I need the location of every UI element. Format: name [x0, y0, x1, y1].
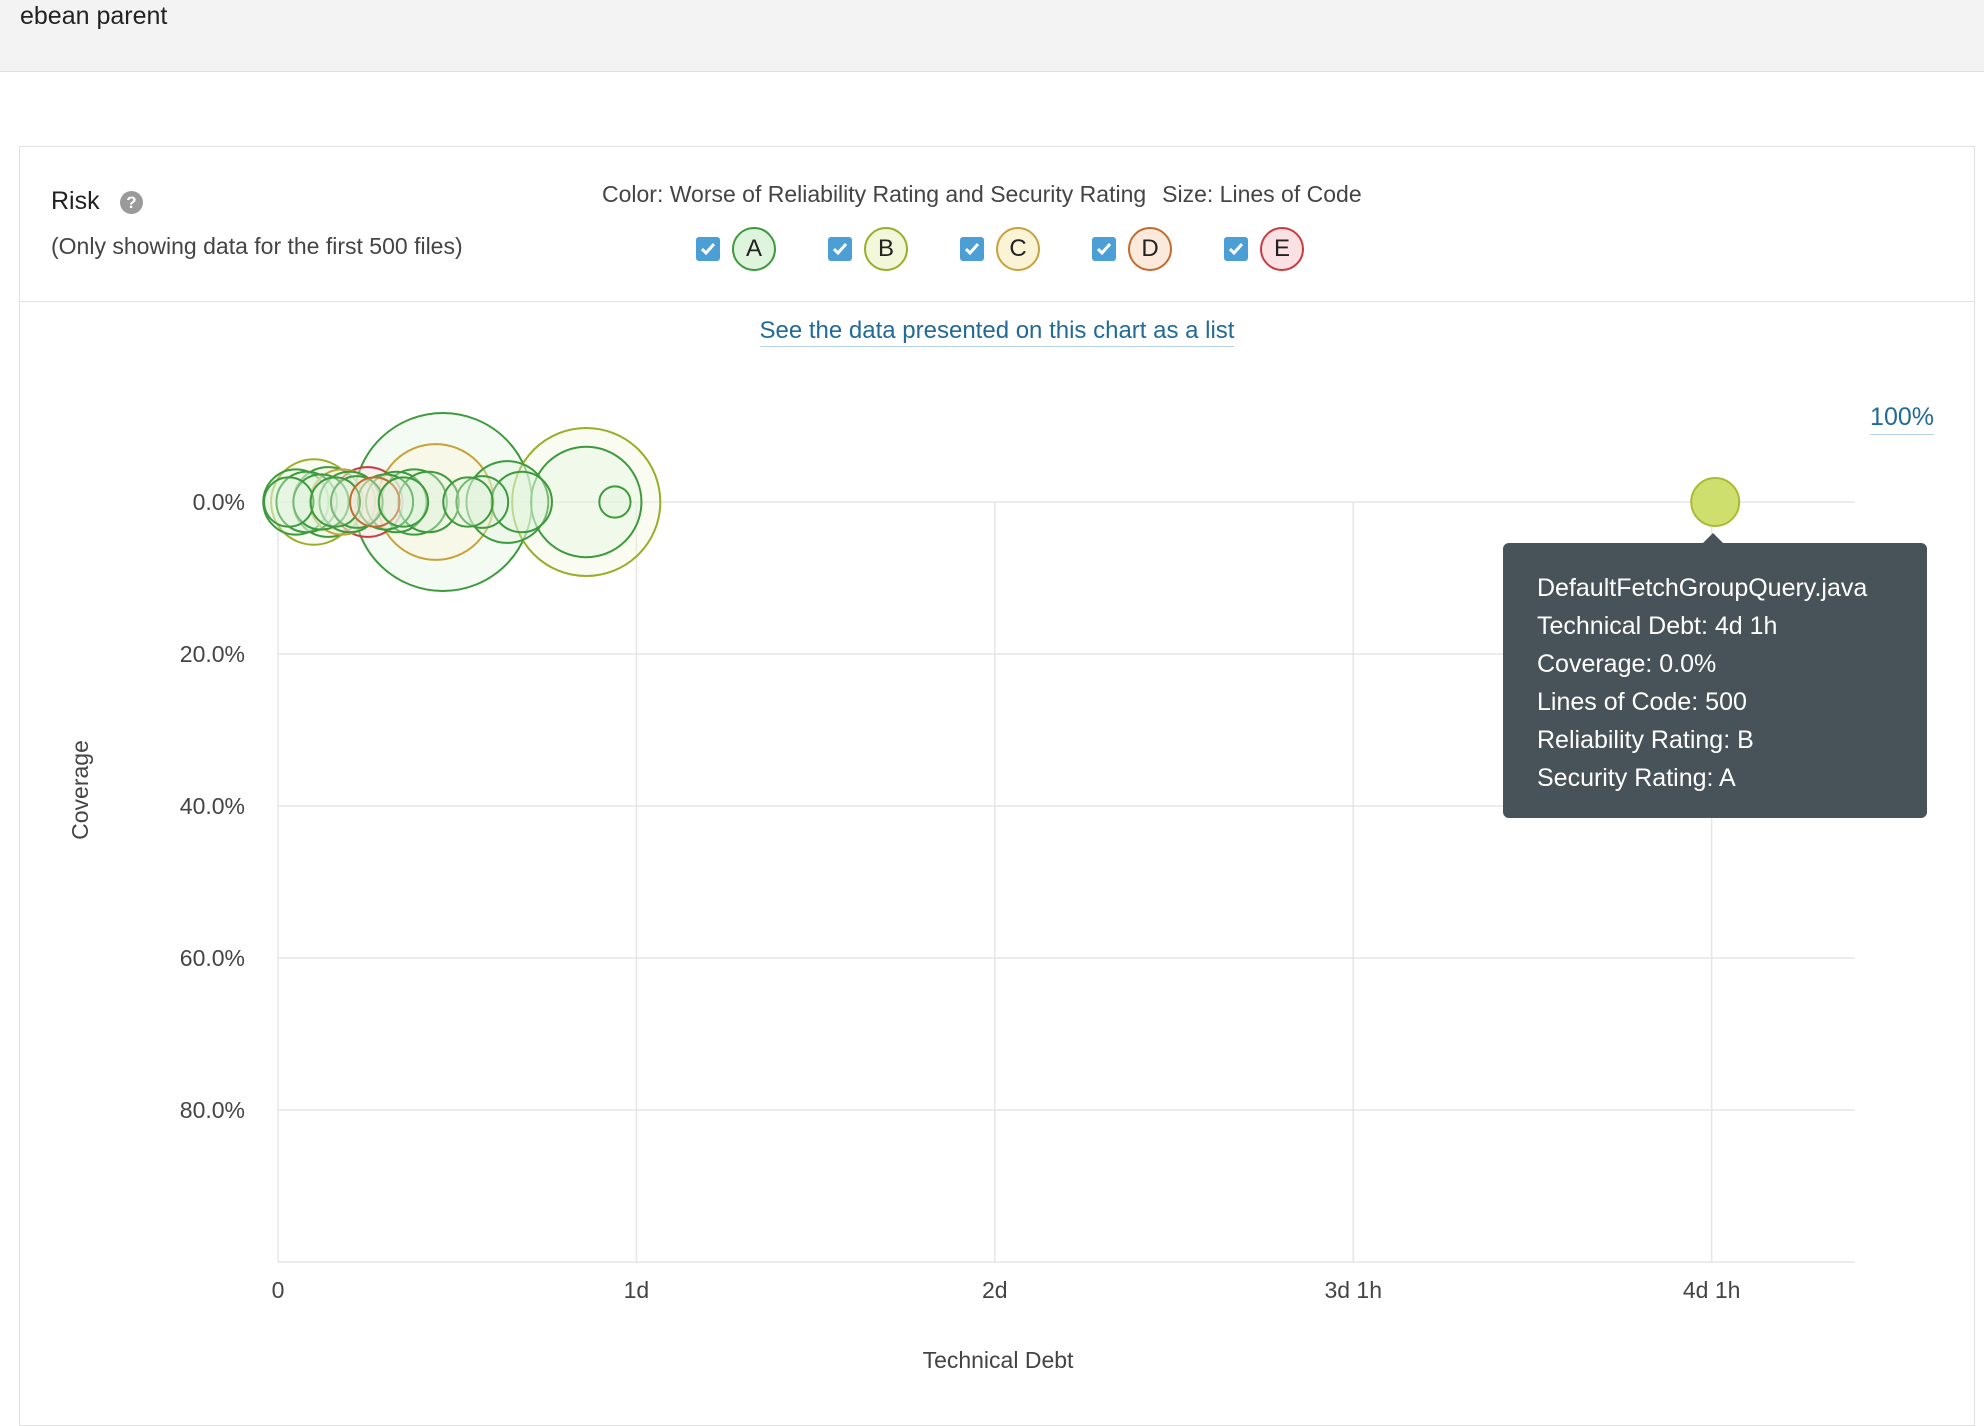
bubble-tooltip: DefaultFetchGroupQuery.java Technical De… [1503, 533, 1927, 818]
x-tick-label: 2d [982, 1277, 1008, 1303]
y-tick-label: 80.0% [180, 1097, 245, 1123]
bubble-point[interactable] [442, 476, 494, 528]
tooltip-technical-debt: Technical Debt: 4d 1h [1537, 612, 1778, 640]
axis-labels: 0.0% 20.0% 40.0% 60.0% 80.0% 0 1d 2d 3d 1h 4d 1h T… [67, 489, 1740, 1373]
bubble-point[interactable] [377, 476, 430, 528]
tooltip-security: Security Rating: A [1537, 764, 1736, 792]
x-tick-label: 4d 1h [1683, 1277, 1741, 1303]
tooltip-reliability: Reliability Rating: B [1537, 726, 1754, 754]
tooltip-file-name: DefaultFetchGroupQuery.java [1537, 574, 1868, 602]
x-tick-label: 3d 1h [1324, 1277, 1382, 1303]
x-tick-label: 1d [624, 1277, 650, 1303]
y-tick-label: 20.0% [180, 641, 245, 667]
y-tick-label: 40.0% [180, 793, 245, 819]
x-tick-label: 0 [272, 1277, 285, 1303]
y-tick-label: 60.0% [180, 945, 245, 971]
bubble-point[interactable] [263, 476, 315, 528]
y-tick-label: 0.0% [193, 489, 245, 515]
bubble-point[interactable] [1690, 477, 1741, 527]
x-axis-title: Technical Debt [923, 1347, 1074, 1373]
tooltip-lines-of-code: Lines of Code: 500 [1537, 688, 1747, 716]
bubble-point[interactable] [598, 485, 632, 519]
y-axis-title: Coverage [67, 740, 93, 840]
tooltip-coverage: Coverage: 0.0% [1537, 650, 1717, 678]
